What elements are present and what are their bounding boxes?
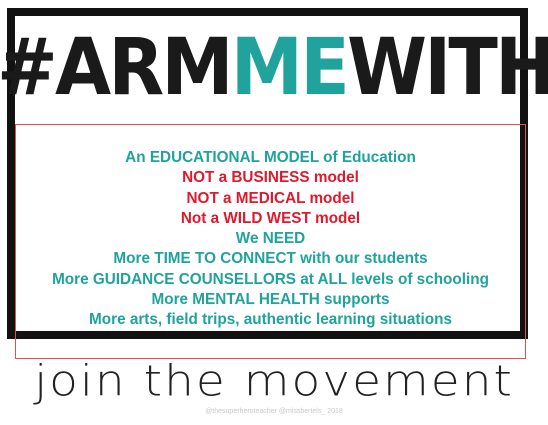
message-line: More TIME TO CONNECT with our students: [113, 250, 428, 268]
message-line: More arts, field trips, authentic learni…: [89, 311, 452, 329]
message-line: More MENTAL HEALTH supports: [151, 291, 390, 309]
credit-text: @thesuperheroteacher @missbertels_ 2018: [205, 408, 343, 415]
headline-word-arm: ARM: [54, 23, 234, 113]
headline-word-with: WITH: [346, 23, 548, 113]
headline-hash: #: [0, 23, 58, 113]
tagline: join the movement: [34, 356, 514, 407]
message-line: An EDUCATIONAL MODEL of Education: [125, 149, 416, 166]
message-line: NOT a MEDICAL model: [186, 189, 355, 207]
message-lines: An EDUCATIONAL MODEL of Education NOT a …: [17, 148, 524, 331]
message-line: More GUIDANCE COUNSELLORS at ALL levels …: [52, 270, 489, 288]
message-line: We NEED: [235, 230, 306, 248]
headline: # ARM ME WITH: [0, 22, 548, 114]
message-line: NOT a BUSINESS model: [182, 169, 359, 187]
message-line: Not a WILD WEST model: [180, 209, 361, 227]
headline-word-me: ME: [230, 23, 350, 113]
